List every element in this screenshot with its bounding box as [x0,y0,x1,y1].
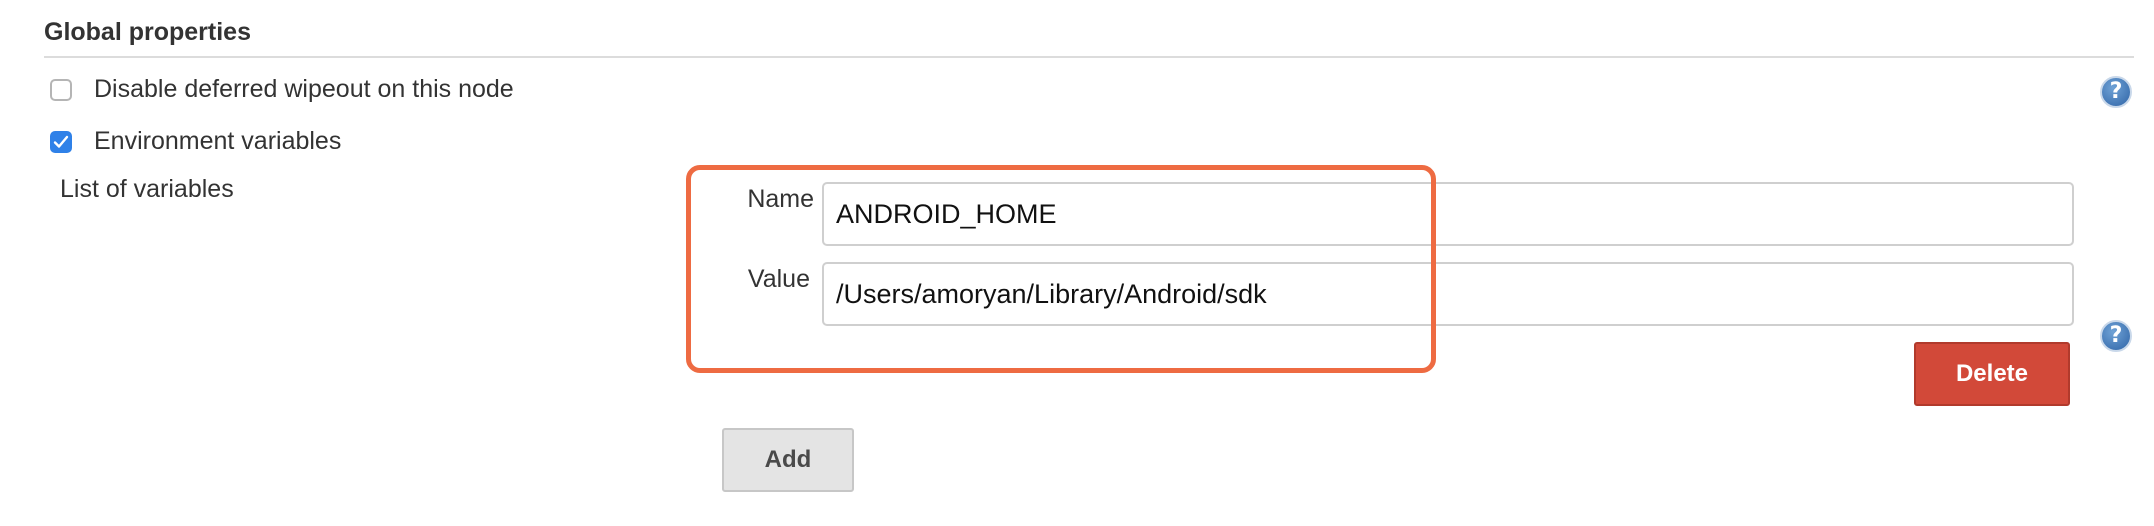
checkmark-icon [53,135,69,148]
environment-variables-checkbox[interactable] [50,131,72,153]
list-of-variables-label: List of variables [60,175,234,203]
environment-variables-label: Environment variables [94,127,342,155]
disable-deferred-wipeout-checkbox[interactable] [50,79,72,101]
help-icon[interactable]: ? [2100,320,2132,352]
delete-button[interactable]: Delete [1914,342,2070,406]
disable-deferred-wipeout-label: Disable deferred wipeout on this node [94,75,514,103]
highlight-box [686,165,1436,373]
help-icon[interactable]: ? [2100,76,2132,108]
add-button[interactable]: Add [722,428,854,492]
section-title: Global properties [44,18,251,46]
section-divider [44,56,2134,58]
